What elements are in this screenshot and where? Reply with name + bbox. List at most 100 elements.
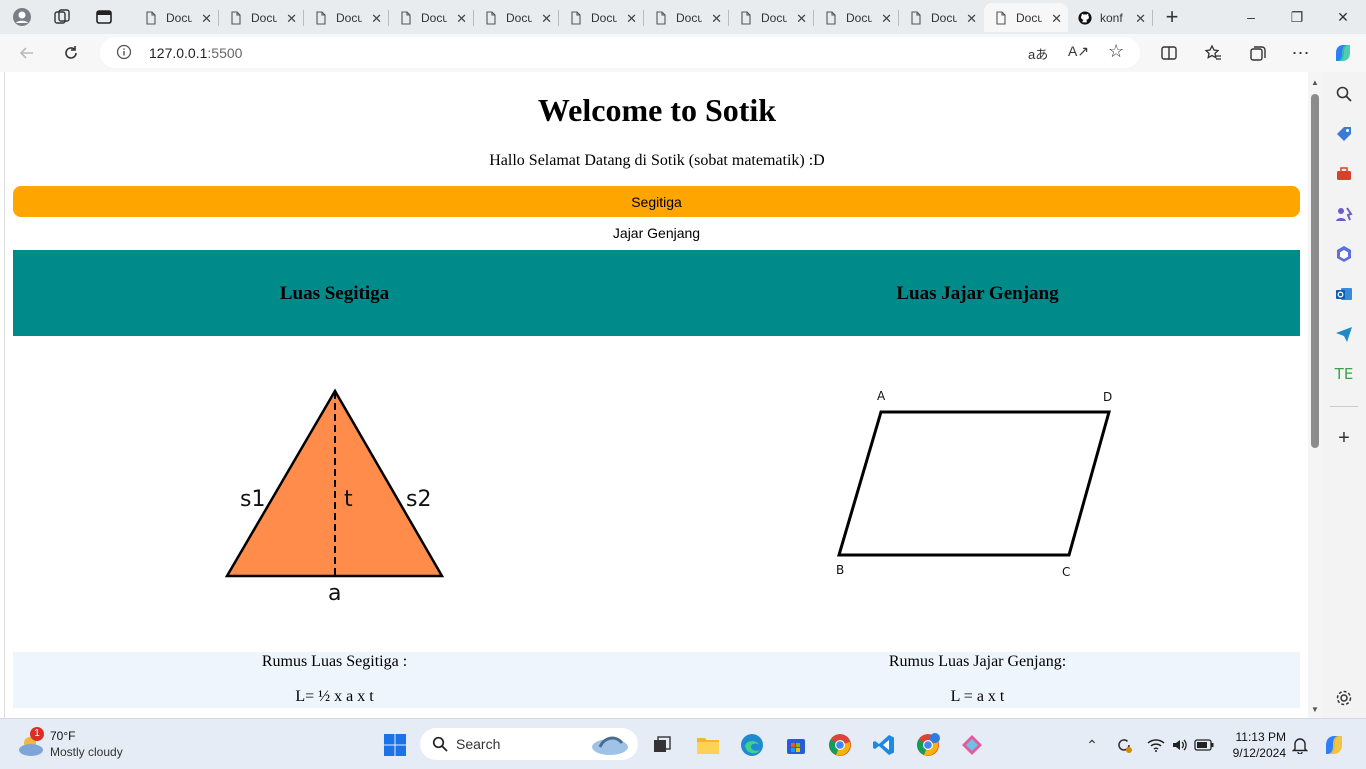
document-icon <box>741 10 751 25</box>
edge-sidebar: TE + <box>1322 72 1366 718</box>
restore-button[interactable]: ❐ <box>1274 0 1320 34</box>
minimize-button[interactable]: – <box>1228 0 1274 34</box>
document-icon <box>996 10 1006 25</box>
document-icon <box>316 10 326 25</box>
navigation-bar: 127.0.0.1:5500 aあ A↗ ☆ ⋯ <box>0 34 1366 72</box>
address-bar[interactable]: 127.0.0.1:5500 aあ A↗ ☆ <box>100 37 1140 68</box>
file-explorer-icon[interactable] <box>694 731 722 759</box>
vscode-icon[interactable] <box>870 731 898 759</box>
favorites-icon[interactable] <box>1198 39 1228 67</box>
workspaces-icon[interactable] <box>48 4 76 30</box>
tab-title: Docu <box>336 10 362 25</box>
document-icon <box>146 10 156 25</box>
tab-close-icon[interactable]: ✕ <box>1135 11 1146 27</box>
tab-close-icon[interactable]: ✕ <box>626 11 637 27</box>
sidebar-copilot-365-icon[interactable] <box>1334 244 1354 264</box>
battery-icon[interactable] <box>1190 731 1218 759</box>
site-info-icon[interactable] <box>116 44 132 65</box>
tab-close-icon[interactable]: ✕ <box>541 11 552 27</box>
triangle-image: s1 t s2 a <box>224 388 445 606</box>
chrome-icon[interactable] <box>826 731 854 759</box>
tab-strip: Docu ✕ Docu ✕ Docu ✕ Docu ✕ Docu ✕ Docu ✕ Docu ✕ Docu ✕… <box>0 0 1366 34</box>
document-icon <box>911 10 921 25</box>
tab-close-icon[interactable]: ✕ <box>711 11 722 27</box>
show-hidden-icons-chevron-icon[interactable]: ⌃ <box>1078 731 1106 759</box>
translate-icon[interactable]: aあ <box>1028 44 1048 63</box>
tab-close-icon[interactable]: ✕ <box>1051 11 1062 27</box>
scroll-up-arrow-icon[interactable]: ▲ <box>1311 78 1319 87</box>
read-aloud-icon[interactable]: A↗ <box>1068 43 1089 60</box>
heading-luas-segitiga: Luas Segitiga <box>279 283 390 304</box>
tab-close-icon[interactable]: ✕ <box>286 11 297 27</box>
browser-tab[interactable]: Docu ✕ <box>899 3 983 32</box>
tab-actions-icon[interactable] <box>90 4 118 30</box>
browser-tab[interactable]: Docu ✕ <box>304 3 389 32</box>
browser-tab[interactable]: Docu ✕ <box>814 3 899 32</box>
tab-close-icon[interactable]: ✕ <box>201 11 212 27</box>
start-button[interactable] <box>381 731 409 759</box>
document-icon <box>401 10 411 25</box>
document-icon <box>486 10 496 25</box>
windows-taskbar: 1 70°F Mostly cloudy Search ⌃ 11:13 PM 9… <box>0 718 1366 769</box>
formula-panel: Rumus Luas Segitiga : L= ½ x a x t Rumus… <box>13 652 1300 708</box>
more-menu-icon[interactable]: ⋯ <box>1286 39 1316 67</box>
nav-segitiga[interactable]: Segitiga <box>13 186 1300 217</box>
split-screen-icon[interactable] <box>1154 39 1184 67</box>
sidebar-outlook-icon[interactable] <box>1334 284 1354 304</box>
nav-jajar-genjang[interactable]: Jajar Genjang <box>13 222 1300 244</box>
sidebar-extension-icon[interactable]: TE <box>1334 364 1354 384</box>
browser-tab[interactable]: Docu ✕ <box>729 3 814 32</box>
sidebar-shopping-icon[interactable] <box>1334 124 1354 144</box>
sidebar-add-icon[interactable]: + <box>1334 428 1354 448</box>
copilot-taskbar-icon[interactable] <box>1320 731 1348 759</box>
git-app-icon[interactable] <box>958 731 986 759</box>
close-window-button[interactable]: ✕ <box>1320 0 1366 34</box>
tab-close-icon[interactable]: ✕ <box>881 11 892 27</box>
tab-close-icon[interactable]: ✕ <box>966 11 977 27</box>
document-icon <box>826 10 836 25</box>
weather-widget[interactable]: 1 70°F Mostly cloudy <box>14 727 164 763</box>
browser-tab[interactable]: Docu ✕ <box>644 3 729 32</box>
scrollbar-thumb[interactable] <box>1311 94 1319 448</box>
browser-tab[interactable]: Docu ✕ <box>559 3 644 32</box>
microsoft-store-icon[interactable] <box>782 731 810 759</box>
browser-tab[interactable]: Docu ✕ <box>219 3 304 32</box>
weather-temperature: 70°F <box>50 729 76 743</box>
reload-button[interactable] <box>56 39 86 67</box>
page-scrollbar[interactable]: ▲ ▼ <box>1308 72 1322 718</box>
scroll-down-arrow-icon[interactable]: ▼ <box>1311 705 1319 714</box>
browser-tab[interactable]: Docu ✕ <box>389 3 474 32</box>
back-button[interactable] <box>12 39 42 67</box>
sidebar-send-icon[interactable] <box>1334 324 1354 344</box>
browser-tab[interactable]: Docu ✕ <box>474 3 559 32</box>
browser-tab[interactable]: konf ✕ <box>1068 3 1153 32</box>
notification-bell-icon[interactable] <box>1286 731 1314 759</box>
sync-icon[interactable] <box>1110 731 1138 759</box>
tab-close-icon[interactable]: ✕ <box>796 11 807 27</box>
task-view-icon[interactable] <box>648 731 676 759</box>
sidebar-games-icon[interactable] <box>1334 204 1354 224</box>
collections-icon[interactable] <box>1243 39 1273 67</box>
formula-title-jajar-genjang: Rumus Luas Jajar Genjang: <box>888 653 1067 670</box>
chrome-profile-icon[interactable] <box>914 731 942 759</box>
new-tab-button[interactable]: + <box>1158 4 1186 30</box>
sidebar-search-icon[interactable] <box>1334 84 1354 104</box>
taskbar-search[interactable]: Search <box>420 728 638 760</box>
tab-close-icon[interactable]: ✕ <box>371 11 382 27</box>
favorite-star-icon[interactable]: ☆ <box>1108 41 1124 62</box>
tab-title: Docu <box>506 10 532 25</box>
copilot-icon[interactable] <box>1328 39 1358 67</box>
system-clock[interactable]: 11:13 PM 9/12/2024 <box>1224 729 1286 761</box>
triangle-label-t: t <box>344 487 353 512</box>
document-icon <box>656 10 666 25</box>
clock-date: 9/12/2024 <box>1232 746 1286 760</box>
profile-icon[interactable] <box>8 4 36 30</box>
edge-browser-icon[interactable] <box>738 731 766 759</box>
tab-close-icon[interactable]: ✕ <box>456 11 467 27</box>
tab-title: Docu <box>931 10 957 25</box>
browser-tab[interactable]: Docu ✕ <box>134 3 219 32</box>
browser-tab[interactable]: Docu ✕ <box>984 3 1068 32</box>
sidebar-settings-icon[interactable] <box>1334 688 1354 708</box>
parallelogram-label-a: A <box>877 389 886 403</box>
sidebar-tools-icon[interactable] <box>1334 164 1354 184</box>
